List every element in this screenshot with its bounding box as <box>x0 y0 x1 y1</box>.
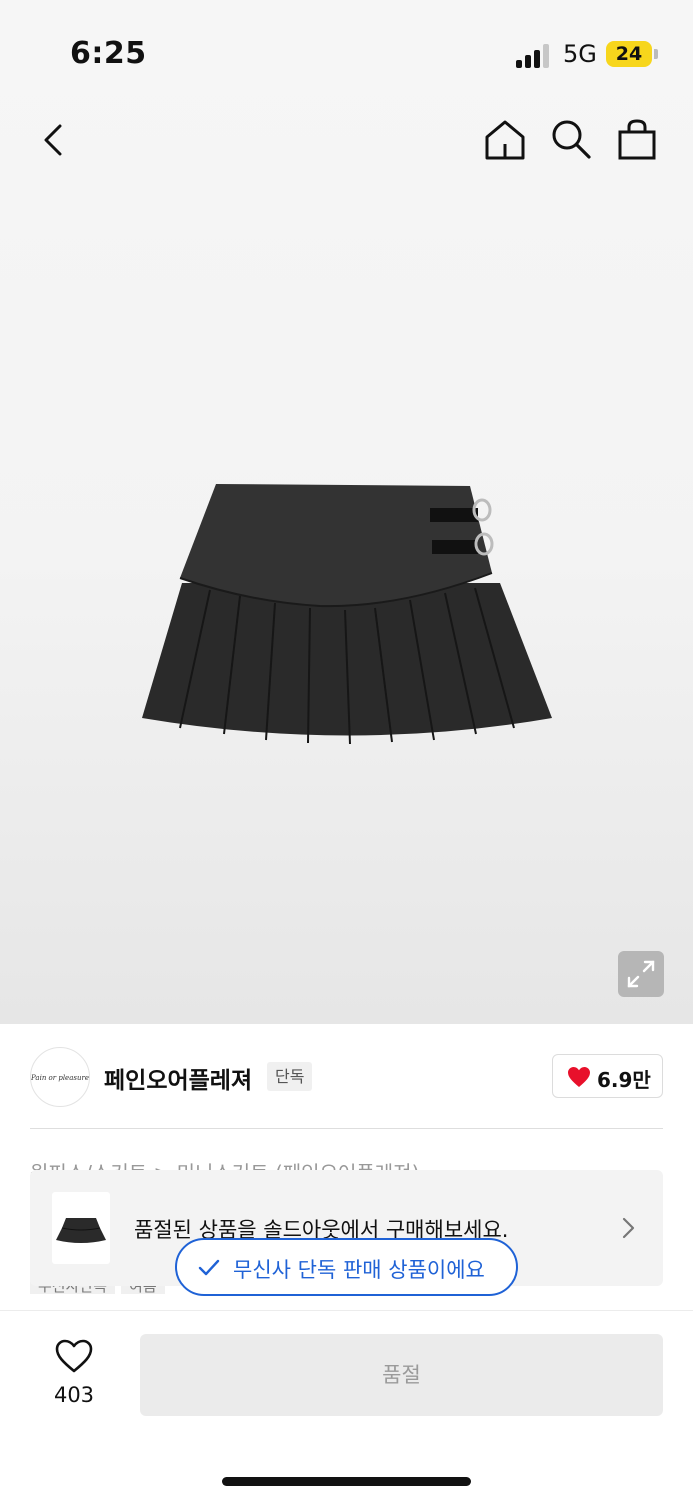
skirt-thumbnail-icon <box>56 1218 106 1243</box>
brand-row: Pain or pleasure 페인오어플레져 단독 6.9만 <box>0 1024 693 1129</box>
network-type: 5G <box>563 40 597 68</box>
expand-icon <box>627 960 655 988</box>
heart-outline-icon <box>55 1339 93 1373</box>
home-indicator <box>222 1477 471 1486</box>
exclusive-notice-text: 무신사 단독 판매 상품이에요 <box>233 1258 485 1282</box>
search-icon[interactable] <box>550 118 592 160</box>
expand-button[interactable] <box>618 951 664 997</box>
signal-icon <box>516 44 554 68</box>
exclusive-tag: 단독 <box>267 1062 313 1091</box>
check-icon <box>198 1259 220 1276</box>
status-bar: 6:25 5G 24 <box>0 0 693 100</box>
status-time: 6:25 <box>70 36 147 71</box>
divider <box>30 1128 663 1129</box>
wishlist-button[interactable]: 403 <box>40 1335 108 1415</box>
wishlist-count: 403 <box>53 1383 95 1407</box>
bottom-action-bar: 403 품절 <box>0 1310 693 1500</box>
battery-icon: 24 <box>606 41 652 67</box>
product-hero: 6:25 5G 24 <box>0 0 693 1024</box>
shopping-bag-icon[interactable] <box>616 118 658 162</box>
brand-name[interactable]: 페인오어플레져 <box>104 1061 252 1095</box>
chevron-left-icon[interactable] <box>36 120 76 160</box>
product-image <box>142 484 552 745</box>
exclusive-notice-pill: 무신사 단독 판매 상품이에요 <box>175 1238 518 1296</box>
brand-like-count: 6.9만 <box>597 1068 651 1092</box>
home-icon[interactable] <box>483 118 527 162</box>
chevron-right-icon <box>622 1217 635 1239</box>
brand-like-button[interactable]: 6.9만 <box>552 1054 663 1098</box>
soldout-thumbnail <box>52 1192 110 1264</box>
soldout-button[interactable]: 품절 <box>140 1334 663 1416</box>
brand-logo[interactable]: Pain or pleasure <box>30 1047 90 1107</box>
battery-cap <box>654 49 658 59</box>
heart-filled-icon <box>568 1067 590 1087</box>
